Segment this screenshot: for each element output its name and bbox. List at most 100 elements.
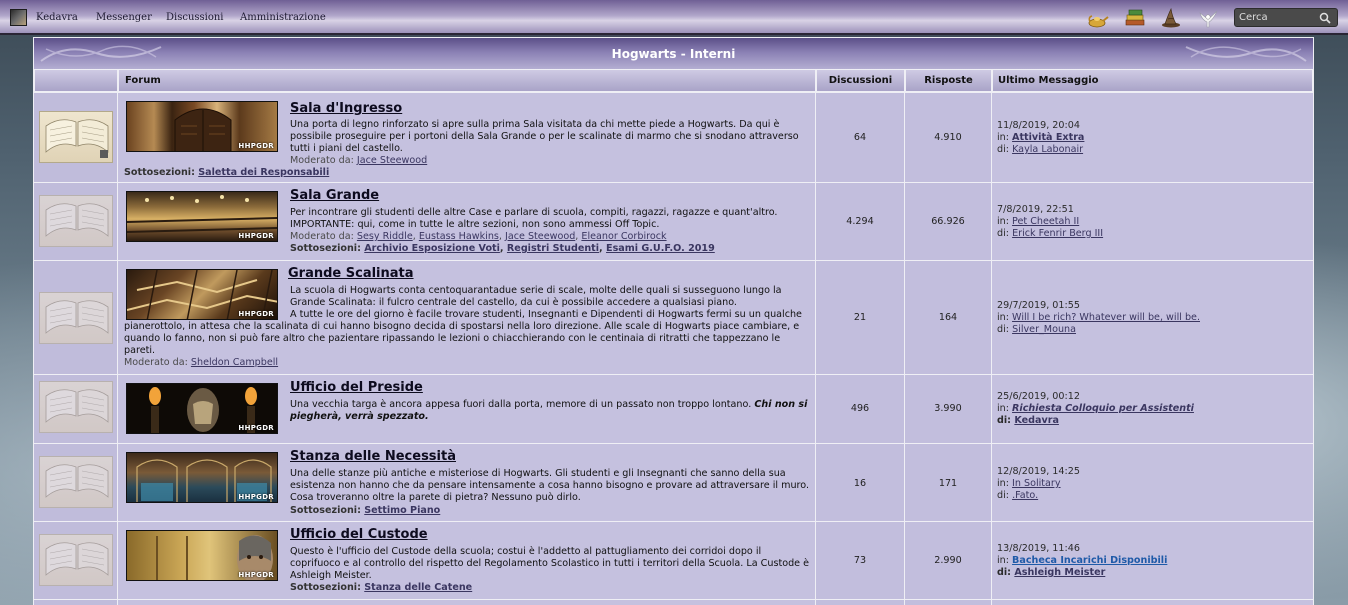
subsection-link[interactable]: Archivio Esposizione Voti [364, 243, 500, 254]
forum-description-more: A tutte le ore del giorno è facile trova… [124, 309, 802, 356]
subsection-link[interactable]: Esami G.U.F.O. 2019 [606, 243, 715, 254]
owl-icon[interactable] [1197, 7, 1219, 29]
nav-messenger[interactable]: Messenger [96, 12, 152, 23]
banner-watermark: HHPGDR [238, 493, 274, 501]
forum-banner-image[interactable]: HHPGDR [126, 530, 278, 581]
di-label: di: [997, 567, 1011, 578]
last-message-block: 13/8/2019, 11:46 in: Bacheca Incarichi D… [997, 543, 1167, 579]
risposte-cell: 164 [905, 261, 992, 374]
lamp-icon[interactable] [1087, 7, 1109, 29]
subsection-link[interactable]: Stanza delle Catene [364, 582, 472, 593]
forum-title-link[interactable]: Ufficio del Preside [290, 380, 423, 395]
nav-amministrazione[interactable]: Amministrazione [240, 12, 326, 23]
discussioni-count: 21 [853, 312, 867, 323]
risposte-count: 4.910 [934, 132, 962, 143]
discussioni-cell: 16 [816, 444, 905, 521]
in-label: in: [997, 478, 1009, 489]
username-link[interactable]: Kedavra [36, 12, 78, 23]
last-message-cell [992, 600, 1313, 605]
last-message-cell: 25/6/2019, 00:12 in: Richiesta Colloquio… [992, 375, 1313, 443]
forum-banner-image[interactable]: HHPGDR [126, 101, 278, 152]
nav-discussioni[interactable]: Discussioni [166, 12, 224, 23]
last-message-block: 25/6/2019, 00:12 in: Richiesta Colloquio… [997, 391, 1194, 427]
forum-description: Una delle stanze più antiche e misterios… [290, 468, 810, 503]
forum-status-cell [34, 600, 118, 605]
column-header-risposte: Risposte [905, 69, 992, 92]
forum-banner-image[interactable]: HHPGDR [126, 383, 278, 434]
last-author-link[interactable]: .Fato. [1012, 490, 1038, 501]
risposte-count: 171 [938, 478, 958, 489]
forum-title-link[interactable]: Stanza delle Necessità [290, 449, 456, 464]
last-message-cell: 12/8/2019, 14:25 in: In Solitary di: .Fa… [992, 444, 1313, 521]
last-topic-link[interactable]: Bacheca Incarichi Disponibili [1012, 555, 1167, 566]
forum-title-link[interactable]: Sala d'Ingresso [290, 101, 402, 116]
in-label: in: [997, 216, 1009, 227]
moderators-label: Moderato da: [290, 231, 354, 242]
last-topic-link[interactable]: Pet Cheetah II [1012, 216, 1079, 227]
last-message-cell: 13/8/2019, 11:46 in: Bacheca Incarichi D… [992, 522, 1313, 599]
books-icon[interactable] [1124, 7, 1146, 29]
forum-description-text: Una vecchia targa è ancora appesa fuori … [290, 399, 752, 410]
risposte-count: 164 [938, 312, 958, 323]
risposte-count: 3.990 [934, 403, 962, 414]
forum-row-sala-grande: HHPGDR Sala Grande Per incontrare gli st… [34, 182, 1313, 260]
last-message-date: 25/6/2019, 00:12 [997, 391, 1080, 402]
forum-title-link[interactable]: Grande Scalinata [288, 266, 414, 281]
forum-info-cell: HHPGDR Ufficio del Custode Questo è l'uf… [118, 522, 816, 599]
risposte-count: 66.926 [931, 216, 965, 227]
discussioni-cell [816, 600, 905, 605]
last-topic-link[interactable]: In Solitary [1012, 478, 1061, 489]
forum-row-ufficio-preside: HHPGDR Ufficio del Preside Una vecchia t… [34, 374, 1313, 443]
subsections-label: Sottosezioni: [290, 505, 361, 516]
in-label: in: [997, 403, 1009, 414]
category-title[interactable]: Hogwarts - Interni [612, 47, 736, 61]
last-message-block: 12/8/2019, 14:25 in: In Solitary di: .Fa… [997, 466, 1080, 502]
forum-info-cell: HHPGDR Grande Scalinata La scuola di Hog… [118, 261, 816, 374]
search-icon[interactable] [1319, 12, 1331, 24]
moderator-link[interactable]: Eustass Hawkins [419, 231, 499, 242]
forum-status-cell [34, 522, 118, 599]
last-topic-link[interactable]: Will I be rich? Whatever will be, will b… [1012, 312, 1200, 323]
sorting-hat-icon[interactable] [1160, 7, 1182, 29]
search-box [1234, 8, 1338, 27]
subsection-link[interactable]: Registri Studenti [507, 243, 599, 254]
last-author-link[interactable]: Ashleigh Meister [1014, 567, 1105, 578]
open-book-icon [39, 381, 113, 433]
search-input[interactable] [1239, 10, 1319, 25]
subsections-line: Sottosezioni: Archivio Esposizione Voti,… [290, 243, 715, 254]
risposte-cell: 2.990 [905, 522, 992, 599]
forum-row-stanza-necessita: HHPGDR Stanza delle Necessità Una delle … [34, 443, 1313, 521]
di-label: di: [997, 324, 1009, 335]
last-message-cell: 11/8/2019, 20:04 in: Attività Extra di: … [992, 93, 1313, 182]
subsection-link[interactable]: Saletta dei Responsabili [198, 167, 329, 178]
forum-info-cell [118, 600, 816, 605]
moderator-link[interactable]: Sesy Riddle [357, 231, 413, 242]
forum-info-cell: HHPGDR Ufficio del Preside Una vecchia t… [118, 375, 816, 443]
forum-banner-image[interactable]: HHPGDR [126, 452, 278, 503]
last-message-date: 29/7/2019, 01:55 [997, 300, 1080, 311]
last-author-link[interactable]: Silver_Mouna [1012, 324, 1076, 335]
open-book-icon [39, 111, 113, 163]
forum-info-cell: HHPGDR Stanza delle Necessità Una delle … [118, 444, 816, 521]
last-author-link[interactable]: Kayla Labonair [1012, 144, 1083, 155]
subsections-line: Sottosezioni: Stanza delle Catene [290, 582, 472, 594]
moderator-link[interactable]: Jace Steewood [505, 231, 575, 242]
moderator-link[interactable]: Sheldon Campbell [191, 357, 278, 368]
last-author-link[interactable]: Erick Fenrir Berg III [1012, 228, 1103, 239]
user-avatar[interactable] [10, 9, 27, 26]
forum-status-cell [34, 261, 118, 374]
risposte-cell: 4.910 [905, 93, 992, 182]
open-book-icon [39, 195, 113, 247]
last-topic-link[interactable]: Richiesta Colloquio per Assistenti [1012, 403, 1194, 414]
moderator-link[interactable]: Eleanor Corbirock [581, 231, 666, 242]
moderator-link[interactable]: Jace Steewood [357, 155, 427, 166]
risposte-cell: 3.990 [905, 375, 992, 443]
subsection-link[interactable]: Settimo Piano [364, 505, 440, 516]
last-topic-link[interactable]: Attività Extra [1012, 132, 1084, 143]
forum-title-link[interactable]: Sala Grande [290, 188, 379, 203]
forum-banner-image[interactable]: HHPGDR [126, 191, 278, 242]
moderators-line: Moderato da: Sheldon Campbell [124, 357, 278, 369]
last-author-link[interactable]: Kedavra [1014, 415, 1059, 426]
discussioni-count: 73 [853, 555, 867, 566]
forum-title-link[interactable]: Ufficio del Custode [290, 527, 428, 542]
